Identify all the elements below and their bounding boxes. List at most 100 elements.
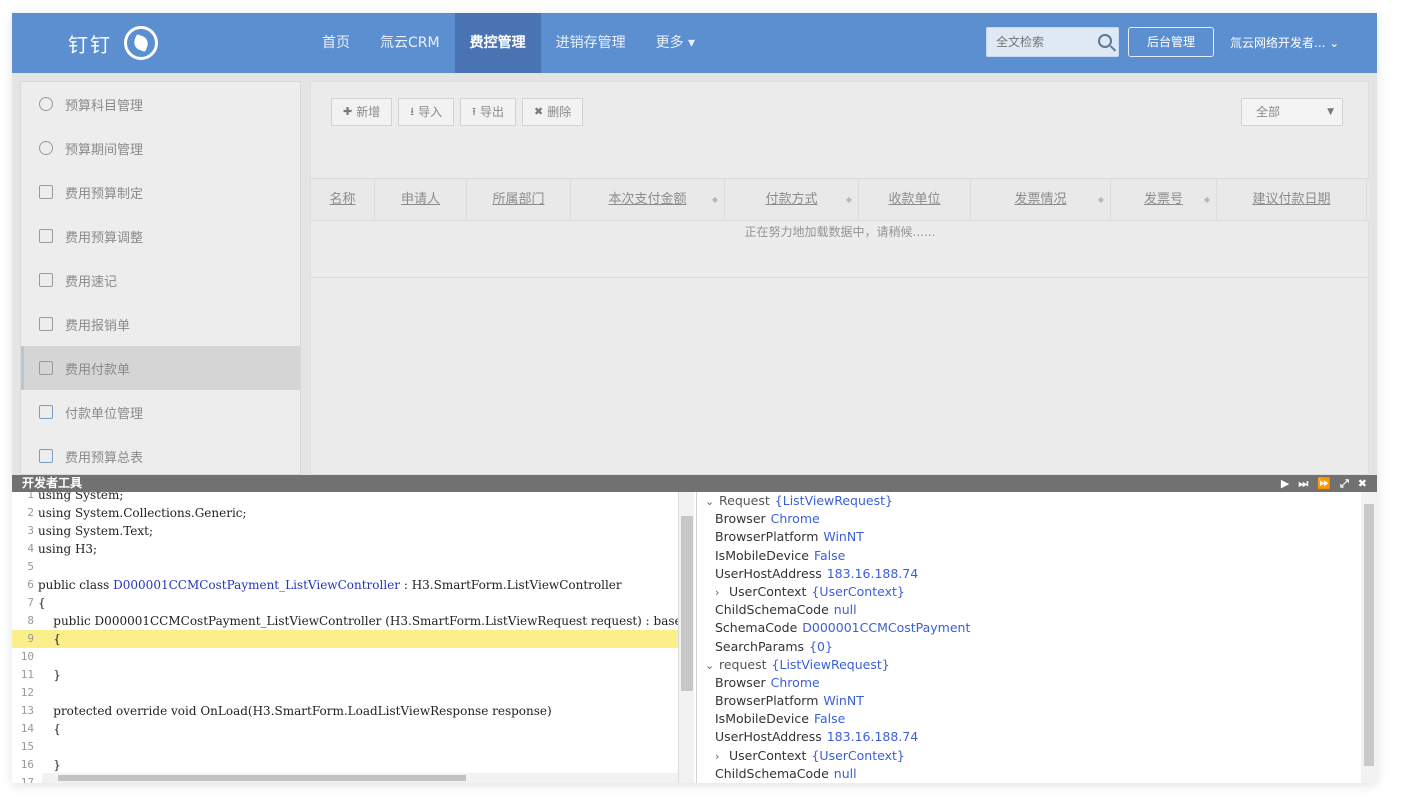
nav-item-2[interactable]: 费控管理 — [454, 13, 541, 73]
class-name-token: D000001CCMCostPayment_ListViewController — [113, 578, 401, 592]
code-line: 5 — [12, 558, 694, 576]
watch-row: IsMobileDevice False — [697, 547, 1377, 565]
code-line: 9 { — [12, 630, 694, 648]
sort-icon[interactable]: ◆ — [1098, 179, 1104, 221]
logo[interactable]: 钉钉 — [68, 26, 158, 60]
sidebar-item[interactable]: 费用速记 — [21, 258, 300, 302]
line-number: 2 — [27, 506, 34, 519]
sidebar-item[interactable]: 付款单位管理 — [21, 390, 300, 434]
sidebar-item[interactable]: 预算期间管理 — [21, 126, 300, 170]
sidebar-item[interactable]: 费用预算总表 — [21, 434, 300, 474]
admin-button[interactable]: 后台管理 — [1128, 27, 1214, 57]
close-icon[interactable]: ✖ — [1358, 475, 1367, 492]
column-header[interactable]: 建议付款日期 — [1217, 179, 1367, 221]
chevron-down-icon[interactable]: ⌄ — [705, 657, 719, 675]
book-icon — [39, 405, 53, 419]
scroll-thumb[interactable] — [58, 775, 466, 781]
line-number: 7 — [27, 596, 34, 609]
import-button[interactable]: ⭳ 导入 — [398, 98, 455, 126]
sidebar-item[interactable]: 费用预算制定 — [21, 170, 300, 214]
sort-icon[interactable]: ◆ — [712, 179, 718, 221]
scroll-thumb[interactable] — [1364, 504, 1374, 766]
nav-item-4[interactable]: 更多 ▾ — [641, 13, 710, 73]
scroll-thumb[interactable] — [681, 516, 693, 691]
code-text: { — [38, 596, 46, 610]
chart-icon — [39, 449, 53, 463]
sort-icon[interactable]: ◆ — [1204, 179, 1210, 221]
watch-name: BrowserPlatform — [715, 529, 819, 545]
step-icon[interactable]: ⏭ — [1298, 475, 1308, 492]
watch-value: {ListViewRequest} — [774, 493, 893, 508]
watch-value: 183.16.188.74 — [826, 729, 919, 745]
watch-row[interactable]: ⌄ Request {ListViewRequest} — [697, 492, 1377, 510]
sidebar-item[interactable]: 费用预算调整 — [21, 214, 300, 258]
app-window: 钉钉 首页氚云CRM费控管理进销存管理更多 ▾ 后台管理 氚云网络开发者... … — [12, 13, 1377, 783]
watch-scrollbar[interactable] — [1361, 492, 1377, 783]
code-line: 6 public class D000001CCMCostPayment_List… — [12, 576, 694, 594]
watch-row: Browser Chrome — [697, 510, 1377, 528]
caret-down-icon: ▼ — [1327, 107, 1334, 117]
chevron-right-icon[interactable]: › — [715, 584, 729, 602]
column-header-label: 发票号 — [1143, 192, 1183, 207]
play-icon[interactable]: ▶ — [1281, 475, 1289, 492]
column-header[interactable]: 申请人 — [375, 179, 467, 221]
column-header[interactable]: 所属部门 — [467, 179, 571, 221]
watch-name: UserContext — [729, 583, 807, 599]
watch-value: False — [813, 547, 846, 563]
search-box[interactable] — [986, 27, 1119, 57]
watch-row[interactable]: › UserContext {UserContext} — [697, 747, 1377, 765]
watch-value: 183.16.188.74 — [826, 565, 919, 581]
top-navbar: 钉钉 首页氚云CRM费控管理进销存管理更多 ▾ 后台管理 氚云网络开发者... … — [12, 13, 1377, 73]
code-line: 4 using H3; — [12, 540, 694, 558]
watch-row: SearchParams {0} — [697, 638, 1377, 656]
code-text: using System.Collections.Generic; — [38, 506, 247, 520]
column-header[interactable]: 发票号 ◆ — [1111, 179, 1217, 221]
watch-name: Request — [719, 493, 770, 508]
code-line: 8 public D000001CCMCostPayment_ListViewC… — [12, 612, 694, 630]
nav-item-1[interactable]: 氚云CRM — [365, 13, 455, 73]
add-button[interactable]: ✚ 新增 — [331, 98, 393, 126]
sort-icon[interactable]: ◆ — [846, 179, 852, 221]
code-line: 14 { — [12, 720, 694, 738]
watch-value: D000001CCMCostPayment — [802, 620, 971, 636]
search-icon[interactable] — [1098, 34, 1112, 48]
calendar-icon — [39, 273, 53, 287]
column-header[interactable]: 发票情况 ◆ — [971, 179, 1111, 221]
code-line: 13 protected override void OnLoad(H3.Sma… — [12, 702, 694, 720]
sidebar-item[interactable]: 费用报销单 — [21, 302, 300, 346]
watch-row: IsMobileDevice False — [697, 710, 1377, 728]
filter-select[interactable]: 全部 ▼ — [1241, 98, 1343, 126]
user-menu[interactable]: 氚云网络开发者... ⌄ — [1230, 34, 1339, 51]
column-header[interactable]: 付款方式 ◆ — [725, 179, 859, 221]
column-header[interactable]: 名称 — [311, 179, 375, 221]
search-input[interactable] — [996, 35, 1092, 49]
nav-item-0[interactable]: 首页 — [307, 13, 365, 73]
watch-name: SchemaCode — [715, 620, 798, 636]
code-text: using System.Text; — [38, 524, 154, 538]
column-header-label: 名称 — [329, 192, 356, 207]
export-button[interactable]: ⭱ 导出 — [460, 98, 516, 126]
watch-value: {0} — [809, 638, 833, 654]
watch-row[interactable]: › UserContext {UserContext} — [697, 583, 1377, 601]
column-header-label: 发票情况 — [1014, 192, 1067, 207]
chevron-right-icon[interactable]: › — [715, 748, 729, 766]
sidebar-item[interactable]: 预算科目管理 — [21, 82, 300, 126]
code-editor[interactable]: 1 using System; 2 using System.Collections.… — [12, 492, 694, 783]
chevron-down-icon[interactable]: ⌄ — [705, 493, 719, 511]
main-panel: ✚ 新增 ⭳ 导入 ⭱ 导出 ✖ 删除 全部 ▼ 名称 申请人 所属部门 本次支付金额 ◆ 付款方… — [310, 81, 1369, 475]
filter-value: 全部 — [1256, 105, 1281, 119]
watch-row[interactable]: ⌄ request {ListViewRequest} — [697, 656, 1377, 674]
code-text: protected override void OnLoad(H3.SmartF… — [38, 704, 552, 718]
delete-button[interactable]: ✖ 删除 — [521, 98, 584, 126]
money-bag-icon — [39, 97, 53, 111]
nav-item-3[interactable]: 进销存管理 — [541, 13, 641, 73]
column-header[interactable]: 收款单位 — [859, 179, 971, 221]
sidebar-item[interactable]: 费用付款单 — [21, 346, 300, 390]
fast-forward-icon[interactable]: ⏩ — [1317, 475, 1331, 492]
column-header[interactable]: 本次支付金额 ◆ — [571, 179, 725, 221]
code-scrollbar-vertical[interactable] — [678, 492, 694, 783]
line-number: 6 — [27, 578, 34, 591]
expand-icon[interactable]: ⤢ — [1340, 475, 1349, 492]
code-scrollbar-horizontal[interactable] — [42, 773, 678, 783]
logo-text: 钉钉 — [68, 32, 112, 57]
